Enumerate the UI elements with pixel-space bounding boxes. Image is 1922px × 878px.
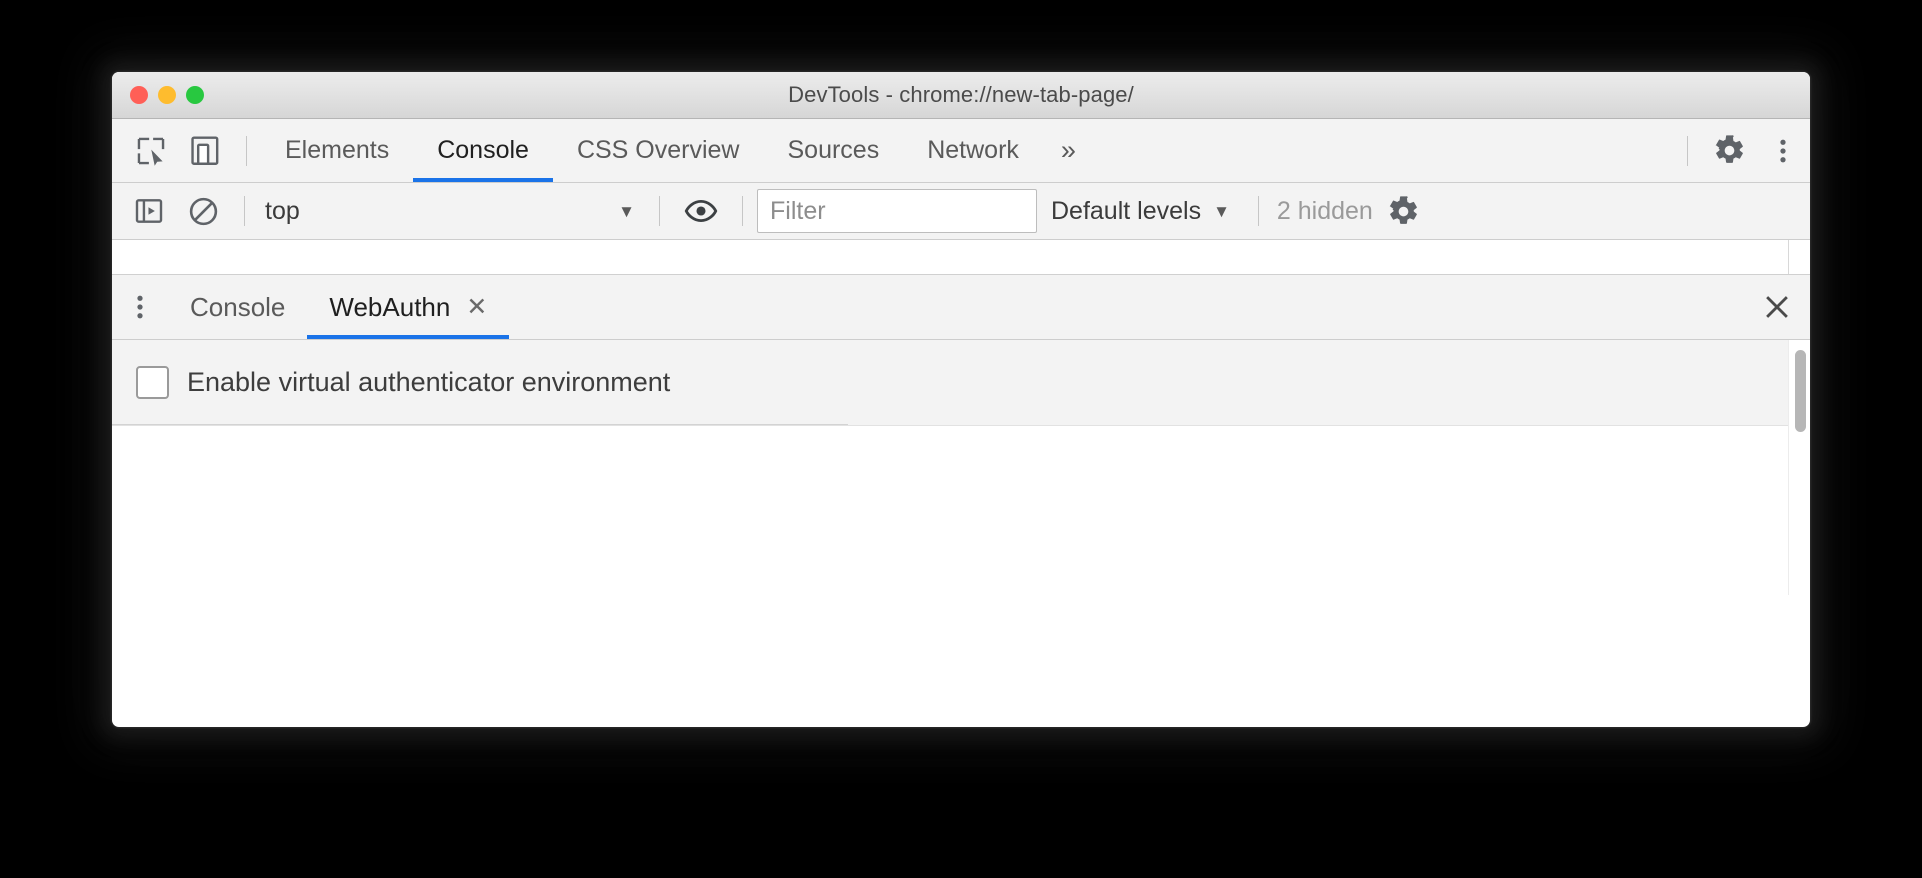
minimize-window-button[interactable]	[158, 86, 176, 104]
close-icon[interactable]: ✕	[466, 294, 487, 320]
tab-label: CSS Overview	[576, 136, 740, 164]
tab-label: Console	[437, 136, 529, 164]
close-icon	[1761, 291, 1793, 323]
tab-network[interactable]: Network	[903, 119, 1043, 182]
kebab-menu-icon	[1768, 136, 1798, 166]
drawer-more-tools-button[interactable]	[112, 275, 168, 339]
clear-console-icon	[187, 195, 220, 228]
more-tabs-button[interactable]: »	[1043, 119, 1094, 182]
drawer-tab-label: Console	[190, 291, 286, 322]
console-settings-button[interactable]	[1377, 188, 1431, 234]
close-drawer-button[interactable]	[1744, 275, 1810, 339]
close-window-button[interactable]	[130, 86, 148, 104]
drawer-tab-label: WebAuthn	[329, 291, 451, 322]
tab-css-overview[interactable]: CSS Overview	[553, 119, 764, 182]
main-tab-bar: Elements Console CSS Overview Sources Ne…	[112, 119, 1810, 183]
drawer-tab-console[interactable]: Console	[168, 275, 307, 339]
screenshot-root: DevTools - chrome://new-tab-page/ Elemen…	[0, 0, 1922, 878]
chevron-down-icon: ▼	[1213, 201, 1230, 221]
device-toolbar-button[interactable]	[178, 128, 232, 174]
hidden-messages-count[interactable]: 2 hidden	[1273, 197, 1377, 226]
console-sidebar-button[interactable]	[122, 188, 176, 234]
tab-label: Network	[927, 136, 1019, 164]
webauthn-scrollbar-thumb[interactable]	[1795, 350, 1806, 432]
devtools-settings-button[interactable]	[1702, 128, 1756, 174]
clear-console-button[interactable]	[176, 188, 230, 234]
devtools-window: DevTools - chrome://new-tab-page/ Elemen…	[112, 72, 1810, 727]
traffic-light-group	[130, 72, 204, 118]
gear-icon	[1387, 195, 1420, 228]
tab-console[interactable]: Console	[413, 119, 553, 182]
drawer-tab-bar: Console WebAuthn ✕	[112, 275, 1810, 340]
console-scrollbar-track[interactable]	[1788, 240, 1810, 274]
console-message-area[interactable]	[112, 240, 1810, 275]
enable-virtual-authenticator-checkbox[interactable]	[136, 365, 169, 399]
kebab-menu-icon	[125, 292, 155, 322]
log-level-selector[interactable]: Default levels ▼	[1037, 189, 1244, 233]
chevron-down-icon: ▼	[618, 201, 635, 221]
webauthn-panel: Enable virtual authenticator environment	[112, 340, 1810, 595]
enable-virtual-authenticator-label: Enable virtual authenticator environment	[187, 366, 671, 397]
device-toolbar-icon	[188, 134, 222, 168]
drawer-tab-webauthn[interactable]: WebAuthn ✕	[307, 275, 510, 339]
webauthn-enable-row[interactable]: Enable virtual authenticator environment	[112, 340, 848, 425]
chevron-double-right-icon: »	[1060, 135, 1076, 165]
tab-elements[interactable]: Elements	[261, 119, 413, 182]
window-title: DevTools - chrome://new-tab-page/	[788, 82, 1134, 107]
execution-context-label: top	[265, 196, 300, 225]
console-filter-input[interactable]	[757, 189, 1037, 233]
log-level-label: Default levels	[1051, 196, 1202, 225]
console-toolbar-divider-1	[244, 196, 245, 226]
toolbar-divider-right	[1687, 135, 1688, 166]
tab-sources[interactable]: Sources	[764, 119, 904, 182]
console-sidebar-icon	[133, 195, 165, 227]
execution-context-selector[interactable]: top ▼	[259, 189, 645, 233]
toolbar-divider	[246, 135, 247, 166]
gear-icon	[1713, 134, 1746, 167]
zoom-window-button[interactable]	[186, 86, 204, 104]
inspect-element-icon	[134, 134, 168, 168]
inspect-element-button[interactable]	[124, 128, 178, 174]
tab-label: Elements	[285, 136, 390, 164]
create-live-expression-button[interactable]	[674, 188, 728, 234]
tab-label: Sources	[787, 136, 880, 164]
console-toolbar-divider-3	[742, 196, 743, 226]
window-titlebar: DevTools - chrome://new-tab-page/	[112, 72, 1810, 119]
eye-icon	[684, 194, 718, 228]
console-toolbar-divider-4	[1257, 196, 1259, 226]
console-toolbar: top ▼ Default levels ▼ 2 hidden	[112, 183, 1810, 240]
devtools-main-menu-button[interactable]	[1756, 128, 1810, 174]
console-toolbar-divider-2	[659, 196, 660, 226]
